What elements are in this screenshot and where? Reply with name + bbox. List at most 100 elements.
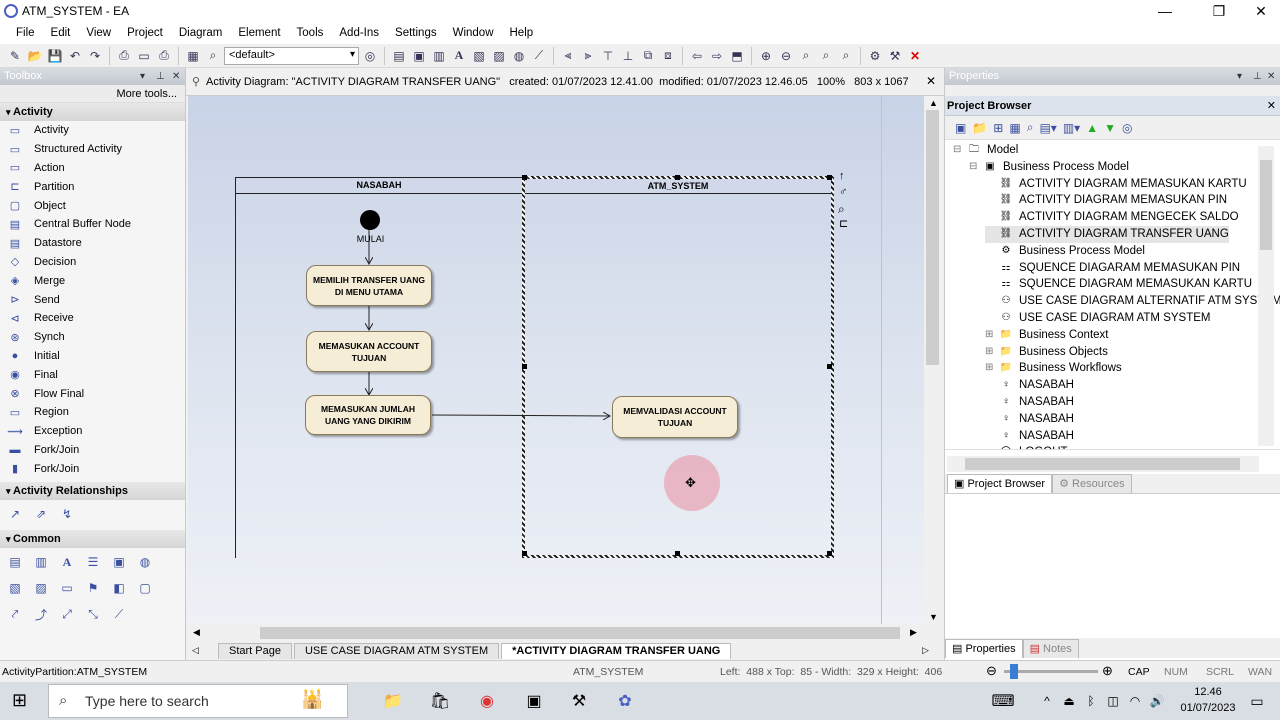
style-select[interactable]: <default> <box>224 46 359 65</box>
align-bottom-icon[interactable]: ⊥ <box>619 47 637 65</box>
tree-vertical-scroll-thumb[interactable] <box>1260 160 1272 250</box>
dropdown-icon[interactable]: ▾ <box>140 68 145 85</box>
initial-node[interactable] <box>360 210 380 230</box>
app-icon[interactable]: ▣ <box>521 688 547 714</box>
page-setup-icon[interactable]: ▭ <box>135 47 153 65</box>
align-center-icon[interactable]: ⫸ <box>579 47 597 65</box>
image-icon[interactable]: ▨ <box>490 47 508 65</box>
grid-icon[interactable]: ▦ <box>184 47 202 65</box>
action-memvalidasi-account[interactable]: MEMVALIDASI ACCOUNT TUJUAN <box>612 396 738 438</box>
scroll-left-icon[interactable]: ◀ <box>193 627 200 638</box>
close-button[interactable]: ✕ <box>1238 0 1280 22</box>
zoom-in-status-icon[interactable]: ⊕ <box>1102 663 1113 679</box>
action-memilih-transfer[interactable]: MEMILIH TRANSFER UANG DI MENU UTAMA <box>306 265 432 306</box>
tree-node[interactable]: ⚏ SQUENCE DIAGRAM MEMASUKAN KARTU <box>985 276 1253 293</box>
tree-node[interactable]: ⛓ ACTIVITY DIAGRAM MEMASUKAN KARTU <box>985 176 1247 193</box>
hyperlink-icon[interactable]: ▢ <box>136 580 154 596</box>
trace-icon[interactable]: ⤢ <box>58 606 76 622</box>
pin-icon[interactable]: ⊥ <box>1253 68 1262 85</box>
new-icon[interactable]: ✎ <box>6 47 24 65</box>
report-icon[interactable]: ▥▾ <box>1063 121 1080 135</box>
menu-tools[interactable]: Tools <box>289 27 332 39</box>
zoom-slider-thumb[interactable] <box>1010 664 1018 679</box>
menu-settings[interactable]: Settings <box>387 27 445 39</box>
tree-expander-icon[interactable]: ⊞ <box>985 327 999 344</box>
font-icon[interactable]: A <box>450 47 468 65</box>
zoom-in-icon[interactable]: ⊕ <box>757 47 775 65</box>
tree-node[interactable]: ⊞ 📁 Business Objects <box>985 344 1108 361</box>
tab-resources[interactable]: ⚙ Resources <box>1052 474 1132 493</box>
toolbox-item-structured-activity[interactable]: ▭ Structured Activity <box>0 140 185 159</box>
tree-node[interactable]: ♀ NASABAH <box>985 394 1074 411</box>
tab-activity-diagram-transfer[interactable]: *ACTIVITY DIAGRAM TRANSFER UANG <box>501 643 732 659</box>
document-icon[interactable]: ▥ <box>430 47 448 65</box>
element-properties-icon[interactable]: ▤ <box>390 47 408 65</box>
dependency-icon[interactable]: ⤤ <box>6 606 24 622</box>
volume-icon[interactable]: 🔊 <box>1144 688 1170 714</box>
tab-notes[interactable]: ▤ Notes <box>1022 639 1079 658</box>
note-icon[interactable]: ▤ <box>6 554 24 570</box>
more-tools-button[interactable]: More tools... <box>0 85 185 103</box>
toolbox-item-datastore[interactable]: ▤ Datastore <box>0 234 185 253</box>
toolbox-item-central-buffer-node[interactable]: ▤ Central Buffer Node <box>0 215 185 234</box>
tree-horizontal-scroll-thumb[interactable] <box>965 458 1240 470</box>
copy-format-icon[interactable]: ▧ <box>470 47 488 65</box>
save-icon[interactable]: 💾 <box>46 47 64 65</box>
image-icon[interactable]: ▭ <box>58 580 76 596</box>
diagram-canvas[interactable]: NASABAH ATM_SYSTEM ↑ ♂ ⌕ ⊏ MULAI MEMILIH… <box>188 96 924 624</box>
menu-add-ins[interactable]: Add-Ins <box>331 27 387 39</box>
toolbox-item-flow-final[interactable]: ⊗ Flow Final <box>0 384 185 403</box>
zoom-out-status-icon[interactable]: ⊖ <box>986 663 997 679</box>
tree-node[interactable]: ⚇ USE CASE DIAGRAM ALTERNATIF ATM SYSTEM <box>985 293 1280 310</box>
print-preview-icon[interactable]: ⎙ <box>115 47 133 65</box>
tree-expander-icon[interactable]: ⊟ <box>953 142 967 159</box>
new-element-icon[interactable]: ▦ <box>1009 121 1020 135</box>
delete-icon[interactable]: ✕ <box>906 47 924 65</box>
tree-node[interactable]: ♀ NASABAH <box>985 377 1074 394</box>
project-browser-close-icon[interactable]: ✕ <box>1267 96 1276 116</box>
scroll-right-icon[interactable]: ▶ <box>910 627 917 638</box>
layout-icon[interactable]: ▣ <box>410 47 428 65</box>
diagram-close-icon[interactable]: ✕ <box>926 74 936 88</box>
toolbox-item-fork-join[interactable]: ▮ Fork/Join <box>0 459 185 478</box>
interrupt-flow-icon[interactable]: ↯ <box>58 506 76 522</box>
tree-node[interactable]: ♀ NASABAH <box>985 428 1074 445</box>
toolbox-item-receive[interactable]: ⊲ Receive <box>0 309 185 328</box>
control-flow-icon[interactable]: ↗ <box>6 506 24 522</box>
scroll-down-icon[interactable]: ▼ <box>929 612 938 622</box>
tab-scroll-left-icon[interactable]: ◁ <box>192 645 199 656</box>
menu-element[interactable]: Element <box>230 27 288 39</box>
menu-edit[interactable]: Edit <box>43 27 79 39</box>
dropdown-icon[interactable]: ▾ <box>1237 68 1242 85</box>
toolbox-item-exception[interactable]: ⟿ Exception <box>0 422 185 441</box>
issue-icon[interactable]: ⚑ <box>84 580 102 596</box>
section-common[interactable]: Common <box>0 530 185 549</box>
tab-project-browser[interactable]: ▣ Project Browser <box>947 474 1053 493</box>
enterprise-architect-icon[interactable]: ✿ <box>612 688 638 714</box>
toolbox-item-merge[interactable]: ◈ Merge <box>0 271 185 290</box>
globe-icon[interactable]: ◍ <box>136 554 154 570</box>
clock-time[interactable]: 12.46 <box>1184 686 1232 698</box>
scroll-up-icon[interactable]: ▲ <box>929 98 938 108</box>
tree-node[interactable]: ⛓ ACTIVITY DIAGRAM TRANSFER UANG <box>985 226 1229 243</box>
action-memasukan-account[interactable]: MEMASUKAN ACCOUNT TUJUAN <box>306 331 432 372</box>
align-top-icon[interactable]: ⊤ <box>599 47 617 65</box>
canvas-horizontal-scroll-thumb[interactable] <box>260 627 900 639</box>
align-left-icon[interactable]: ⫷ <box>559 47 577 65</box>
tree-node[interactable]: ♀ NASABAH <box>985 411 1074 428</box>
zoom-page-icon[interactable]: ⌕ <box>204 47 222 65</box>
artifact-icon[interactable]: ▧ <box>6 580 24 596</box>
toolbox-item-initial[interactable]: ● Initial <box>0 347 185 366</box>
action-memasukan-jumlah[interactable]: MEMASUKAN JUMLAH UANG YANG DIKIRIM <box>305 395 431 435</box>
zoom-out-icon[interactable]: ⊖ <box>777 47 795 65</box>
menu-file[interactable]: File <box>8 27 43 39</box>
tree-node[interactable]: ⚏ SQUENCE DIAGARAM MEMASUKAN PIN <box>985 260 1241 277</box>
maximize-button[interactable]: ❐ <box>1196 0 1242 22</box>
close-icon[interactable]: ✕ <box>172 68 180 85</box>
document-artifact-icon[interactable]: ▨ <box>32 580 50 596</box>
file-explorer-icon[interactable]: 📁 <box>380 688 406 714</box>
nav-back-icon[interactable]: ⇦ <box>688 47 706 65</box>
search-icon[interactable]: ⌕ <box>837 47 855 65</box>
new-folder-icon[interactable]: 📁 <box>972 121 987 135</box>
list-icon[interactable]: ☰ <box>84 554 102 570</box>
